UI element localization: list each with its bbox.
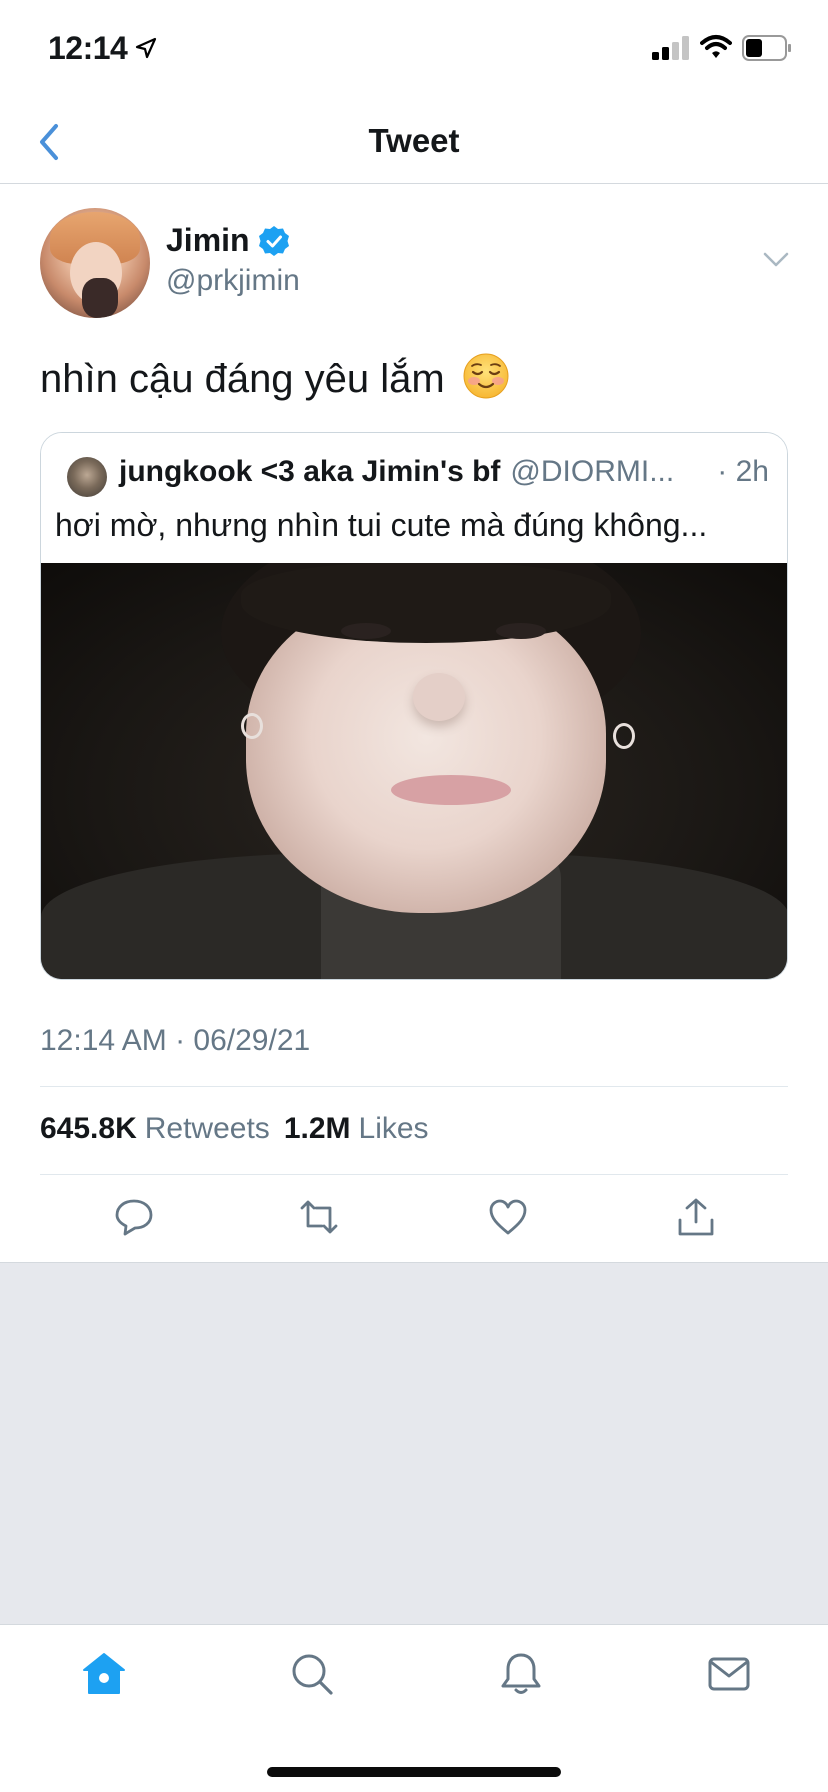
tweet-text: nhìn cậu đáng yêu lắm: [40, 352, 510, 405]
empty-content-area: [0, 1262, 828, 1624]
quoted-tweet-photo[interactable]: [41, 563, 787, 979]
quoted-tweet-header: jungkook <3 aka Jimin's bf @DIORMI... · …: [41, 433, 787, 563]
cellular-signal-icon: [652, 36, 689, 60]
chevron-down-icon[interactable]: [762, 250, 790, 270]
retweet-icon[interactable]: [298, 1196, 340, 1238]
page-title: Tweet: [368, 122, 460, 159]
navigation-bar: Tweet: [0, 100, 828, 184]
battery-icon: [742, 35, 791, 61]
author-handle[interactable]: @prkjimin: [166, 264, 300, 298]
quoted-tweet-text: hơi mờ, nhưng nhìn tui cute mà đúng khôn…: [55, 507, 708, 543]
status-time: 12:14: [48, 30, 128, 66]
divider: [40, 1174, 788, 1175]
quoted-author-handle: @DIORMI...: [510, 455, 675, 488]
wifi-icon: [700, 35, 732, 58]
tweet-timestamp: 12:14 AM · 06/29/21: [40, 1024, 311, 1057]
tweet-text-content: nhìn cậu đáng yêu lắm: [40, 357, 445, 401]
smiling-face-icon: [463, 353, 509, 399]
status-bar: 12:14: [0, 0, 828, 100]
reply-icon[interactable]: [113, 1196, 155, 1238]
retweets-count: 645.8K: [40, 1112, 137, 1145]
home-tab-icon[interactable]: [81, 1651, 127, 1697]
search-tab-icon[interactable]: [289, 1651, 335, 1697]
retweets-stat[interactable]: 645.8K Retweets: [40, 1112, 284, 1145]
quoted-author-name: jungkook <3 aka Jimin's bf: [119, 455, 501, 488]
quoted-author-avatar: [67, 457, 107, 497]
author-display-name: Jimin: [166, 222, 250, 258]
tweet-detail-screen: 12:14 Tweet Jimin @prkjimin nhìn cậu đán…: [0, 0, 828, 1792]
share-icon[interactable]: [675, 1196, 717, 1238]
divider: [40, 1086, 788, 1087]
likes-stat[interactable]: 1.2M Likes: [284, 1112, 443, 1145]
author-avatar[interactable]: [40, 208, 150, 318]
retweets-label: Retweets: [144, 1112, 270, 1145]
tweet-stats: 645.8K Retweets 1.2M Likes: [40, 1112, 443, 1146]
like-heart-icon[interactable]: [487, 1196, 529, 1238]
likes-label: Likes: [358, 1112, 429, 1145]
tweet-action-bar: [0, 1176, 828, 1262]
messages-mail-icon[interactable]: [706, 1651, 752, 1697]
author-name-row[interactable]: Jimin: [166, 222, 290, 259]
notifications-bell-icon[interactable]: [498, 1651, 544, 1697]
location-arrow-icon: [135, 37, 157, 59]
likes-count: 1.2M: [283, 1112, 351, 1145]
quoted-tweet-card[interactable]: jungkook <3 aka Jimin's bf @DIORMI... · …: [40, 432, 788, 980]
home-indicator[interactable]: [267, 1767, 561, 1777]
bottom-tab-bar: [0, 1624, 828, 1792]
quoted-tweet-meta: jungkook <3 aka Jimin's bf @DIORMI... · …: [119, 455, 769, 489]
verified-badge-icon: [258, 225, 289, 256]
quoted-tweet-time: · 2h: [717, 455, 769, 488]
